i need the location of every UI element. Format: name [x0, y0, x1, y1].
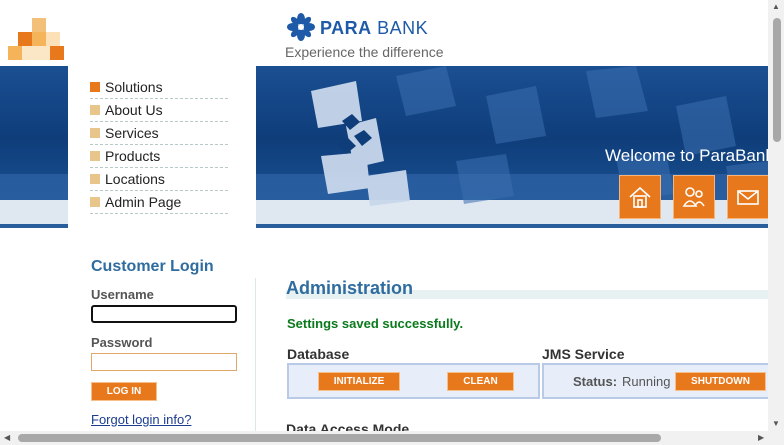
login-button[interactable]: LOG IN [91, 382, 157, 401]
tagline: Experience the difference [285, 44, 444, 60]
about-button[interactable] [673, 175, 715, 219]
contact-button[interactable] [727, 175, 769, 219]
menu-item-about-us[interactable]: About Us [90, 99, 228, 122]
menu-item-admin-page[interactable]: Admin Page [90, 191, 228, 214]
envelope-icon [737, 190, 759, 205]
menu-link[interactable]: Products [105, 148, 160, 164]
initialize-button[interactable]: INITIALIZE [318, 372, 400, 391]
jms-status-label: Status: [573, 374, 618, 389]
scroll-left-icon[interactable]: ◀ [4, 433, 10, 442]
left-menu: Solutions About Us Services Products Loc… [90, 76, 228, 214]
password-input[interactable] [91, 353, 237, 371]
customer-login-title: Customer Login [91, 258, 214, 275]
jms-service-title: JMS Service [542, 346, 625, 362]
about-icon [682, 187, 705, 207]
menu-item-solutions[interactable]: Solutions [90, 76, 228, 99]
menu-item-locations[interactable]: Locations [90, 168, 228, 191]
home-button[interactable] [619, 175, 661, 219]
jms-status-value: Running [622, 374, 671, 389]
menu-link[interactable]: Locations [105, 171, 165, 187]
logo-blocks-icon [8, 18, 68, 64]
brand-name: PARA BANK [320, 18, 428, 39]
page-title: Administration [286, 278, 414, 298]
home-icon [629, 186, 651, 208]
parabank-logo-icon [287, 13, 315, 41]
scroll-right-icon[interactable]: ▶ [758, 433, 764, 442]
bullet-icon [90, 128, 100, 138]
bullet-icon [90, 174, 100, 184]
username-label: Username [91, 287, 154, 302]
scroll-down-icon[interactable]: ▼ [772, 419, 780, 428]
content-divider [255, 278, 256, 438]
brand-name-rest: BANK [371, 18, 429, 38]
database-title: Database [287, 346, 350, 362]
welcome-text: Welcome to ParaBank [605, 146, 774, 165]
menu-item-products[interactable]: Products [90, 145, 228, 168]
success-message: Settings saved successfully. [287, 316, 464, 331]
vertical-scroll-thumb[interactable] [773, 18, 781, 142]
shutdown-button[interactable]: SHUTDOWN [675, 372, 766, 391]
bullet-icon [90, 82, 100, 92]
password-label: Password [91, 335, 153, 350]
clean-button[interactable]: CLEAN [447, 372, 514, 391]
bullet-icon [90, 197, 100, 207]
forgot-login-link[interactable]: Forgot login info? [91, 412, 191, 427]
bullet-icon [90, 105, 100, 115]
menu-item-services[interactable]: Services [90, 122, 228, 145]
horizontal-scroll-thumb[interactable] [18, 434, 661, 442]
brand-name-bold: PARA [320, 18, 372, 38]
menu-link[interactable]: Solutions [105, 79, 163, 95]
page-header: PARA BANK Experience the difference [0, 0, 768, 66]
menu-link[interactable]: Services [105, 125, 159, 141]
menu-link[interactable]: Admin Page [105, 194, 181, 210]
scroll-up-icon[interactable]: ▲ [772, 2, 780, 11]
menu-link[interactable]: About Us [105, 102, 163, 118]
username-input[interactable] [91, 305, 237, 323]
bullet-icon [90, 151, 100, 161]
